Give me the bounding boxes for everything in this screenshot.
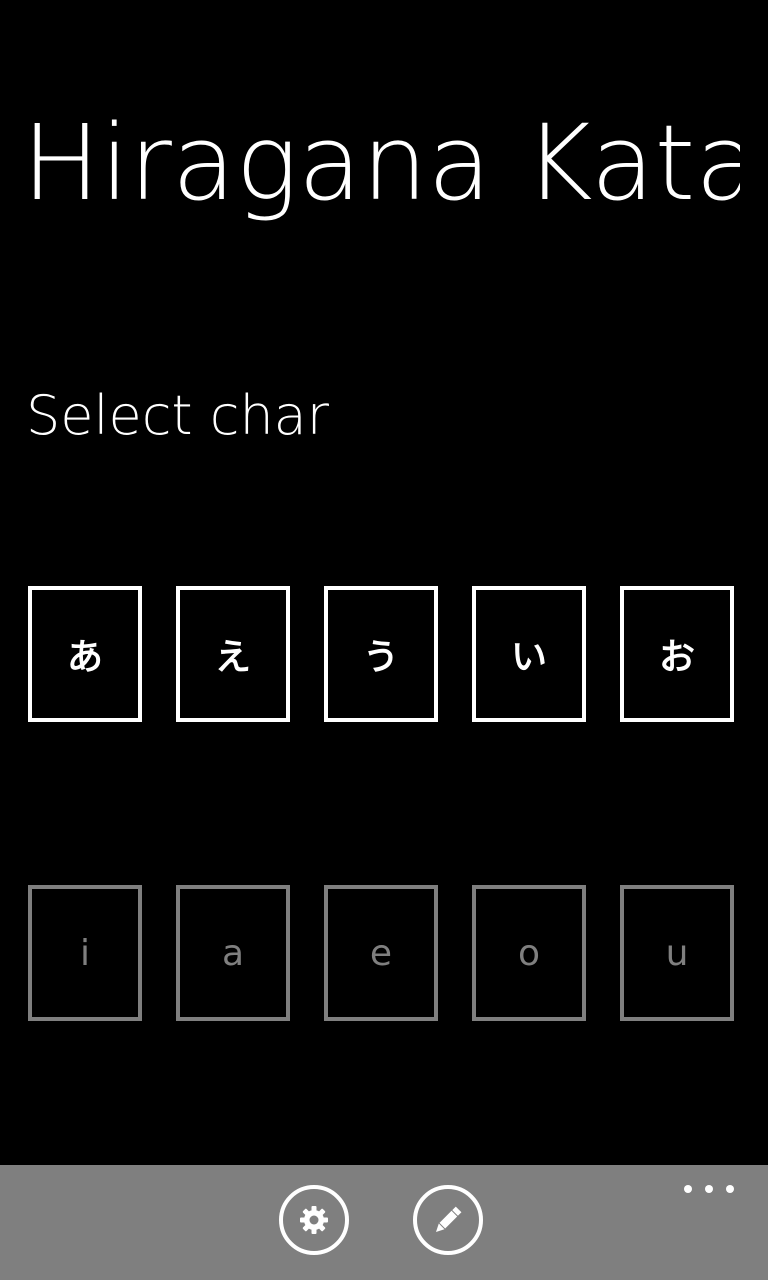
settings-button[interactable] bbox=[279, 1185, 349, 1255]
kana-tile[interactable]: い bbox=[472, 586, 586, 722]
romaji-tile[interactable]: u bbox=[620, 885, 734, 1021]
romaji-tile[interactable]: i bbox=[28, 885, 142, 1021]
page-subtitle: Select char bbox=[26, 384, 329, 447]
romaji-tile[interactable]: o bbox=[472, 885, 586, 1021]
pencil-icon bbox=[430, 1202, 466, 1238]
kana-tile[interactable]: う bbox=[324, 586, 438, 722]
kana-tile[interactable]: お bbox=[620, 586, 734, 722]
edit-button[interactable] bbox=[413, 1185, 483, 1255]
more-icon[interactable] bbox=[684, 1181, 734, 1197]
kana-row: あ え う い お bbox=[28, 586, 740, 728]
app-title: Hiragana Katakana bbox=[22, 102, 740, 224]
romaji-tile[interactable]: a bbox=[176, 885, 290, 1021]
kana-tile[interactable]: あ bbox=[28, 586, 142, 722]
more-dot bbox=[684, 1185, 692, 1193]
app-bar bbox=[0, 1165, 768, 1280]
gear-icon bbox=[297, 1203, 331, 1237]
more-dot bbox=[705, 1185, 713, 1193]
more-dot bbox=[726, 1185, 734, 1193]
romaji-row: i a e o u bbox=[28, 885, 740, 1027]
romaji-tile[interactable]: e bbox=[324, 885, 438, 1021]
kana-tile[interactable]: え bbox=[176, 586, 290, 722]
